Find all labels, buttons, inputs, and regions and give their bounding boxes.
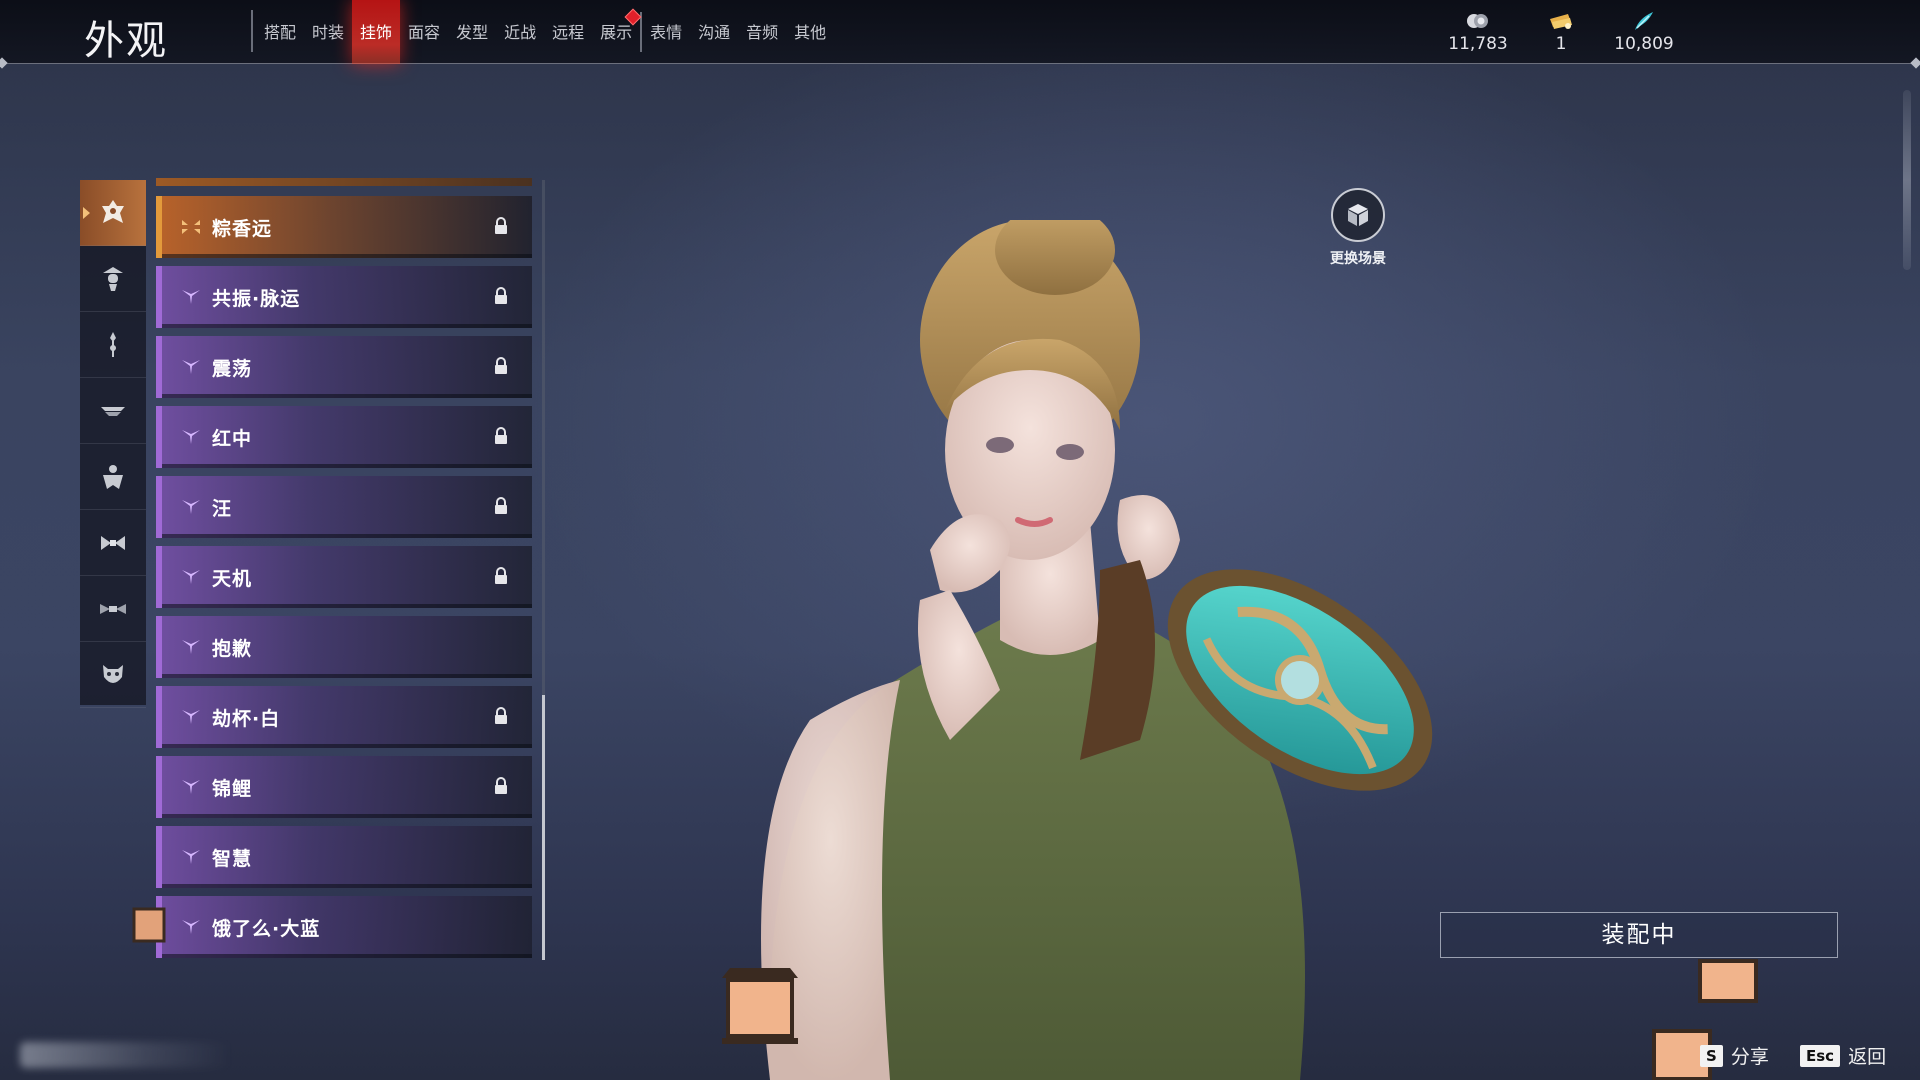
change-scene-button[interactable]: 更换场景 bbox=[1318, 188, 1398, 268]
list-item[interactable]: 红中 bbox=[156, 406, 532, 468]
rarity-purple-icon bbox=[182, 500, 200, 514]
tab-showcase[interactable]: 展示 bbox=[592, 0, 642, 64]
headband-icon bbox=[101, 406, 125, 416]
lock-icon bbox=[495, 707, 507, 724]
tab-emotes[interactable]: 表情 bbox=[642, 0, 690, 64]
tab-communication[interactable]: 沟通 bbox=[690, 0, 738, 64]
tab-ranged[interactable]: 远程 bbox=[544, 0, 592, 64]
category-hat[interactable] bbox=[80, 246, 146, 312]
rarity-purple-icon bbox=[182, 360, 200, 374]
tab-fashion[interactable]: 时装 bbox=[304, 0, 352, 64]
lantern-decoration-icon bbox=[132, 907, 166, 943]
coin-stack-icon bbox=[1467, 14, 1488, 28]
rarity-purple-icon bbox=[182, 570, 200, 584]
view-scroll-hint bbox=[1903, 90, 1911, 270]
mask-ornament-icon bbox=[102, 199, 124, 223]
rarity-purple-icon bbox=[182, 290, 200, 304]
category-tabs: 搭配 时装 挂饰 面容 发型 近战 远程 展示 表情 沟通 音频 其他 bbox=[256, 0, 834, 64]
currency-feathers: 10,809 bbox=[1584, 10, 1704, 54]
tab-outfits[interactable]: 搭配 bbox=[256, 0, 304, 64]
cube-icon bbox=[1348, 204, 1368, 226]
rarity-purple-icon bbox=[182, 710, 200, 724]
item-name: 天机 bbox=[212, 568, 253, 590]
lock-icon bbox=[495, 497, 507, 514]
item-name: 红中 bbox=[212, 428, 253, 450]
feather-icon bbox=[1635, 12, 1653, 30]
equipped-button[interactable]: 装配中 bbox=[1440, 912, 1838, 958]
share-key: S bbox=[1700, 1044, 1723, 1067]
list-item[interactable]: 饿了么·大蓝 bbox=[156, 896, 532, 958]
lantern-decoration-icon bbox=[1698, 959, 1758, 1003]
lock-icon bbox=[495, 567, 507, 584]
category-headband[interactable] bbox=[80, 378, 146, 444]
lock-icon bbox=[495, 217, 507, 234]
list-item[interactable]: 劫杯·白 bbox=[156, 686, 532, 748]
list-item[interactable]: 锦鲤 bbox=[156, 756, 532, 818]
hairpin-icon bbox=[110, 331, 116, 357]
list-item[interactable]: 粽香远 bbox=[156, 196, 532, 258]
lock-icon bbox=[495, 777, 507, 794]
accessory-category-column bbox=[80, 180, 146, 708]
item-name: 粽香远 bbox=[212, 218, 273, 240]
tab-melee[interactable]: 近战 bbox=[496, 0, 544, 64]
cape-icon bbox=[103, 464, 123, 489]
ticket-icon bbox=[1550, 14, 1572, 29]
rarity-gold-icon bbox=[182, 220, 200, 234]
lantern-decoration-icon bbox=[722, 968, 798, 1044]
list-item[interactable]: 智慧 bbox=[156, 826, 532, 888]
rarity-purple-icon bbox=[182, 850, 200, 864]
lock-icon bbox=[495, 357, 507, 374]
category-cape[interactable] bbox=[80, 444, 146, 510]
demon-mask-icon bbox=[103, 664, 123, 683]
waist-ornament-icon bbox=[100, 603, 126, 614]
back-hint[interactable]: Esc 返回 bbox=[1800, 1042, 1886, 1069]
title-separator bbox=[251, 10, 253, 52]
hat-figure-icon bbox=[103, 266, 123, 291]
blurred-player-id bbox=[20, 1042, 230, 1068]
lock-icon bbox=[495, 427, 507, 444]
currency-feathers-value: 10,809 bbox=[1614, 34, 1674, 54]
tab-hairstyle[interactable]: 发型 bbox=[448, 0, 496, 64]
item-name: 劫杯·白 bbox=[212, 708, 281, 730]
share-label: 分享 bbox=[1730, 1046, 1769, 1068]
list-item[interactable]: 抱歉 bbox=[156, 616, 532, 678]
esc-key: Esc bbox=[1800, 1044, 1841, 1067]
item-name: 智慧 bbox=[212, 848, 253, 870]
page-title: 外观 bbox=[84, 18, 168, 64]
rarity-purple-icon bbox=[182, 920, 200, 934]
tab-face[interactable]: 面容 bbox=[400, 0, 448, 64]
tab-other[interactable]: 其他 bbox=[786, 0, 834, 64]
bow-icon bbox=[101, 535, 125, 550]
list-scrollbar-thumb[interactable] bbox=[542, 695, 545, 960]
list-item[interactable]: 共振·脉运 bbox=[156, 266, 532, 328]
item-name: 共振·脉运 bbox=[212, 288, 301, 310]
change-scene-label: 更换场景 bbox=[1330, 251, 1386, 267]
list-item[interactable]: 震荡 bbox=[156, 336, 532, 398]
lock-icon bbox=[495, 287, 507, 304]
tab-showcase-label: 展示 bbox=[600, 23, 633, 42]
item-name: 饿了么·大蓝 bbox=[212, 918, 321, 940]
scene-button-circle bbox=[1331, 188, 1385, 242]
rarity-purple-icon bbox=[182, 780, 200, 794]
rarity-purple-icon bbox=[182, 430, 200, 444]
list-item[interactable]: 天机 bbox=[156, 546, 532, 608]
item-name: 震荡 bbox=[212, 358, 253, 380]
category-bow[interactable] bbox=[80, 510, 146, 576]
list-item[interactable]: 汪 bbox=[156, 476, 532, 538]
item-name: 汪 bbox=[212, 498, 233, 520]
category-waist[interactable] bbox=[80, 576, 146, 642]
item-name: 锦鲤 bbox=[212, 778, 253, 800]
tab-audio[interactable]: 音频 bbox=[738, 0, 786, 64]
category-hairpin[interactable] bbox=[80, 312, 146, 378]
share-hint[interactable]: S 分享 bbox=[1700, 1042, 1769, 1069]
category-mask-ornament[interactable] bbox=[80, 180, 146, 246]
tab-accessories[interactable]: 挂饰 bbox=[352, 0, 401, 64]
item-name: 抱歉 bbox=[212, 638, 253, 660]
accessory-list: 粽香远 共振·脉运 震荡 红中 汪 天机 抱歉 劫杯·白 锦鲤 智慧 饿了么·大… bbox=[156, 180, 534, 960]
category-demon-mask[interactable] bbox=[80, 642, 146, 708]
back-label: 返回 bbox=[1848, 1046, 1887, 1068]
rarity-purple-icon bbox=[182, 640, 200, 654]
